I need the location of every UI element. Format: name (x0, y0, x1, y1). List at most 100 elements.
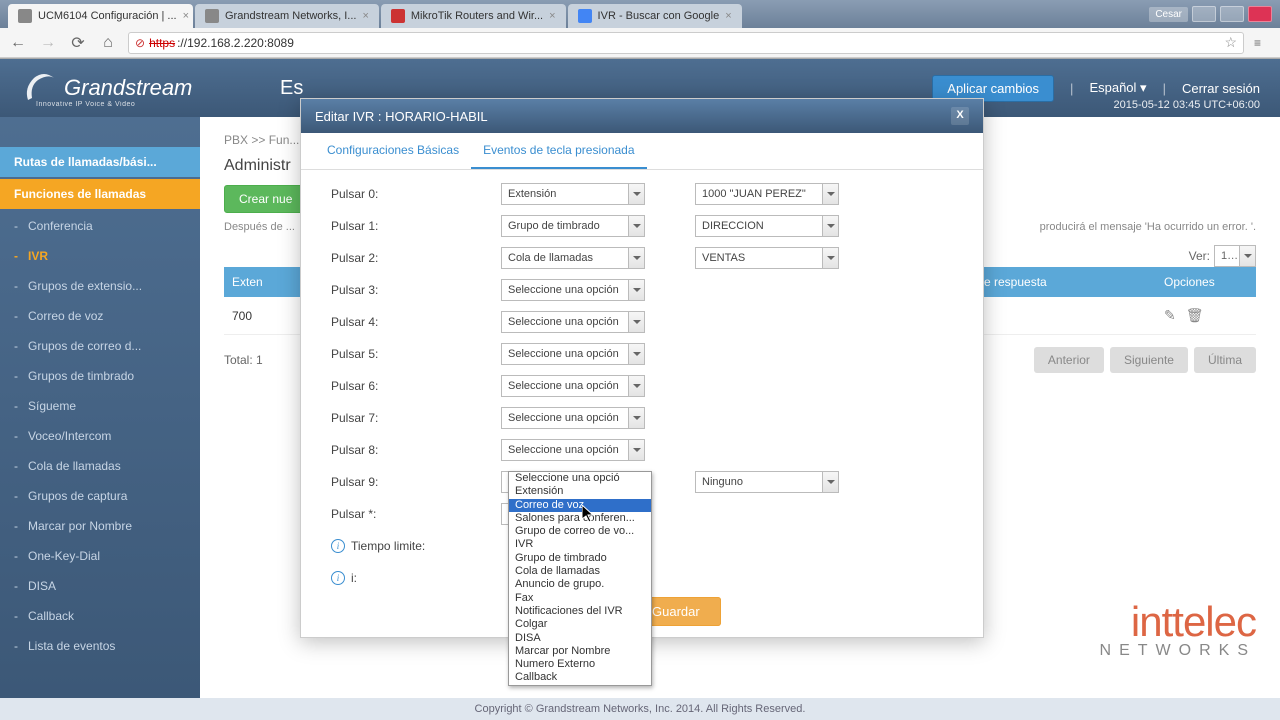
logout-button[interactable]: Cerrar sesión (1182, 81, 1260, 96)
sidebar-item[interactable]: Grupos de extensio... (0, 271, 200, 301)
maximize-button[interactable] (1220, 6, 1244, 22)
dropdown-option[interactable]: Fax (509, 592, 651, 605)
dropdown-option[interactable]: Grupo de correo de vo... (509, 525, 651, 538)
sidebar-item[interactable]: Callback (0, 601, 200, 631)
dropdown-option[interactable]: Colgar (509, 618, 651, 631)
chevron-down-icon (822, 184, 838, 204)
info-icon[interactable]: i (331, 571, 345, 585)
timestamp: 2015-05-12 03:45 UTC+06:00 (1114, 99, 1260, 111)
key-dest-select[interactable]: DIRECCION (695, 215, 839, 237)
dropdown-option[interactable]: DISA (509, 632, 651, 645)
pager-prev[interactable]: Anterior (1034, 347, 1104, 373)
tab-close-icon[interactable]: × (362, 10, 368, 22)
info-icon[interactable]: i (331, 539, 345, 553)
key-dest-select[interactable]: 1000 "JUAN PEREZ" (695, 183, 839, 205)
bookmark-icon[interactable]: ☆ (1224, 34, 1237, 51)
dropdown-option[interactable]: Numero Externo (509, 658, 651, 671)
sidebar-item-ivr[interactable]: IVR (0, 241, 200, 271)
chrome-menu-icon[interactable]: ≡ (1254, 36, 1272, 50)
page-size-selector: Ver: 10 (1189, 245, 1256, 267)
key-action-select[interactable]: Seleccione una opción (501, 279, 645, 301)
key-action-select[interactable]: Seleccione una opción (501, 407, 645, 429)
key-press-row: Pulsar 4:Seleccione una opción (331, 306, 953, 338)
sidebar-item[interactable]: Grupos de correo d... (0, 331, 200, 361)
sidebar-item[interactable]: Sígueme (0, 391, 200, 421)
page-size-select[interactable]: 10 (1214, 245, 1256, 267)
dropdown-option[interactable]: Notificaciones del IVR (509, 605, 651, 618)
sidebar-item[interactable]: Voceo/Intercom (0, 421, 200, 451)
dropdown-option[interactable]: Callback (509, 671, 651, 684)
sidebar-section[interactable]: Rutas de llamadas/bási... (0, 147, 200, 177)
key-dest-select[interactable]: Ninguno (695, 471, 839, 493)
sidebar-item[interactable]: One-Key-Dial (0, 541, 200, 571)
browser-tab[interactable]: Grandstream Networks, I...× (195, 4, 379, 28)
key-action-select[interactable]: Seleccione una opción (501, 311, 645, 333)
pager-last[interactable]: Última (1194, 347, 1256, 373)
tab-close-icon[interactable]: × (725, 10, 731, 22)
browser-tab[interactable]: UCM6104 Configuración | ...× (8, 4, 193, 28)
window-close-button[interactable] (1248, 6, 1272, 22)
tab-key-events[interactable]: Eventos de tecla presionada (471, 133, 646, 169)
sidebar: Rutas de llamadas/bási... Funciones de l… (0, 117, 200, 699)
dropdown-option[interactable]: Anuncio de grupo. (509, 578, 651, 591)
key-action-select[interactable]: Seleccione una opción (501, 375, 645, 397)
dropdown-option[interactable]: IVR (509, 538, 651, 551)
dropdown-option[interactable]: Marcar por Nombre (509, 645, 651, 658)
sidebar-item[interactable]: Correo de voz (0, 301, 200, 331)
cursor-icon (582, 505, 596, 525)
chevron-down-icon (628, 376, 644, 396)
key-label: Pulsar 6: (331, 379, 501, 393)
reload-button[interactable]: ⟳ (68, 33, 88, 53)
chevron-down-icon (822, 472, 838, 492)
key-action-select[interactable]: Extensión (501, 183, 645, 205)
key-label: Pulsar 8: (331, 443, 501, 457)
sidebar-item-conference[interactable]: Conferencia (0, 211, 200, 241)
key-action-select[interactable]: Seleccione una opción (501, 343, 645, 365)
sidebar-section[interactable]: Funciones de llamadas (0, 179, 200, 209)
favicon-icon (205, 9, 219, 23)
delete-icon[interactable]: 🗑 (1186, 307, 1204, 324)
dropdown-option[interactable]: Cola de llamadas (509, 565, 651, 578)
create-button[interactable]: Crear nue (224, 185, 307, 213)
tab-basic-config[interactable]: Configuraciones Básicas (315, 133, 471, 169)
sidebar-item[interactable]: Grupos de captura (0, 481, 200, 511)
sidebar-item[interactable]: DISA (0, 571, 200, 601)
forward-button[interactable]: → (38, 33, 58, 53)
key-action-select[interactable]: Seleccione una opción (501, 439, 645, 461)
dropdown-option[interactable]: Grupo de timbrado (509, 552, 651, 565)
home-button[interactable]: ⌂ (98, 33, 118, 53)
dropdown-option[interactable]: Seleccione una opció (509, 472, 651, 485)
key-action-select[interactable]: Grupo de timbrado (501, 215, 645, 237)
key-label: Pulsar 4: (331, 315, 501, 329)
dropdown-option[interactable]: Correo de voz (509, 499, 651, 512)
dropdown-list[interactable]: Seleccione una opcióExtensiónCorreo de v… (508, 471, 652, 686)
browser-tab[interactable]: MikroTik Routers and Wir...× (381, 4, 566, 28)
modal-close-button[interactable]: X (951, 107, 969, 125)
url-host: 192.168.2.220:8089 (187, 36, 294, 50)
url-input[interactable]: ⊘ https://192.168.2.220:8089 ☆ (128, 32, 1244, 54)
key-dest-select[interactable]: VENTAS (695, 247, 839, 269)
dropdown-option[interactable]: Extensión (509, 485, 651, 498)
key-label: Pulsar 9: (331, 475, 501, 489)
dropdown-option[interactable]: Salones para conferen... (509, 512, 651, 525)
modal-tabs: Configuraciones Básicas Eventos de tecla… (301, 133, 983, 170)
key-action-select[interactable]: Cola de llamadas (501, 247, 645, 269)
total-count: Total: 1 (224, 353, 263, 367)
back-button[interactable]: ← (8, 33, 28, 53)
key-label: Pulsar 5: (331, 347, 501, 361)
chevron-down-icon (628, 408, 644, 428)
chevron-down-icon (628, 280, 644, 300)
minimize-button[interactable] (1192, 6, 1216, 22)
tab-close-icon[interactable]: × (549, 10, 555, 22)
edit-icon[interactable]: ✎ (1164, 307, 1176, 324)
key-press-row: Pulsar 7:Seleccione una opción (331, 402, 953, 434)
tab-close-icon[interactable]: × (183, 10, 189, 22)
sidebar-item[interactable]: Grupos de timbrado (0, 361, 200, 391)
sidebar-item[interactable]: Lista de eventos (0, 631, 200, 661)
sidebar-item[interactable]: Marcar por Nombre (0, 511, 200, 541)
browser-tab[interactable]: IVR - Buscar con Google× (568, 4, 742, 28)
sidebar-item[interactable]: Cola de llamadas (0, 451, 200, 481)
pager-next[interactable]: Siguiente (1110, 347, 1188, 373)
user-badge[interactable]: Cesar (1149, 7, 1188, 22)
language-selector[interactable]: Español ▾ (1089, 80, 1146, 96)
